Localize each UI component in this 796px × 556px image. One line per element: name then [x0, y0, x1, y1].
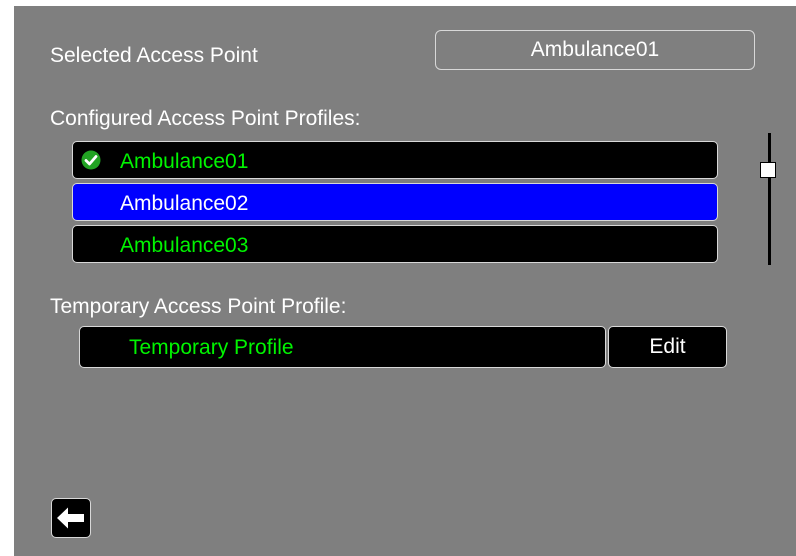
selected-access-point-field[interactable]: Ambulance01 — [435, 30, 755, 70]
arrow-left-icon — [57, 507, 84, 529]
check-circle-icon — [81, 150, 101, 170]
profile-item-label: Ambulance02 — [120, 192, 249, 215]
temporary-profile-field[interactable]: Temporary Profile — [79, 326, 606, 368]
profile-item-label: Ambulance01 — [120, 150, 249, 173]
profile-item-label: Ambulance03 — [120, 234, 249, 257]
temporary-profile-label: Temporary Access Point Profile: — [50, 295, 347, 318]
profile-item-ambulance03[interactable]: Ambulance03 — [72, 225, 718, 263]
configured-profiles-label: Configured Access Point Profiles: — [50, 107, 361, 130]
configured-profiles-list: Ambulance01 Ambulance02 Ambulance03 — [72, 141, 718, 267]
selected-access-point-label: Selected Access Point — [50, 44, 258, 67]
scrollbar-thumb[interactable] — [760, 162, 776, 178]
access-point-screen: Selected Access Point Ambulance01 Config… — [14, 6, 796, 556]
scrollbar-track — [768, 133, 771, 265]
profile-item-ambulance01[interactable]: Ambulance01 — [72, 141, 718, 179]
back-button[interactable] — [51, 498, 91, 538]
profile-item-ambulance02[interactable]: Ambulance02 — [72, 183, 718, 221]
temporary-profile-value: Temporary Profile — [129, 336, 294, 359]
profiles-scrollbar[interactable] — [759, 133, 779, 265]
edit-button[interactable]: Edit — [608, 326, 727, 368]
